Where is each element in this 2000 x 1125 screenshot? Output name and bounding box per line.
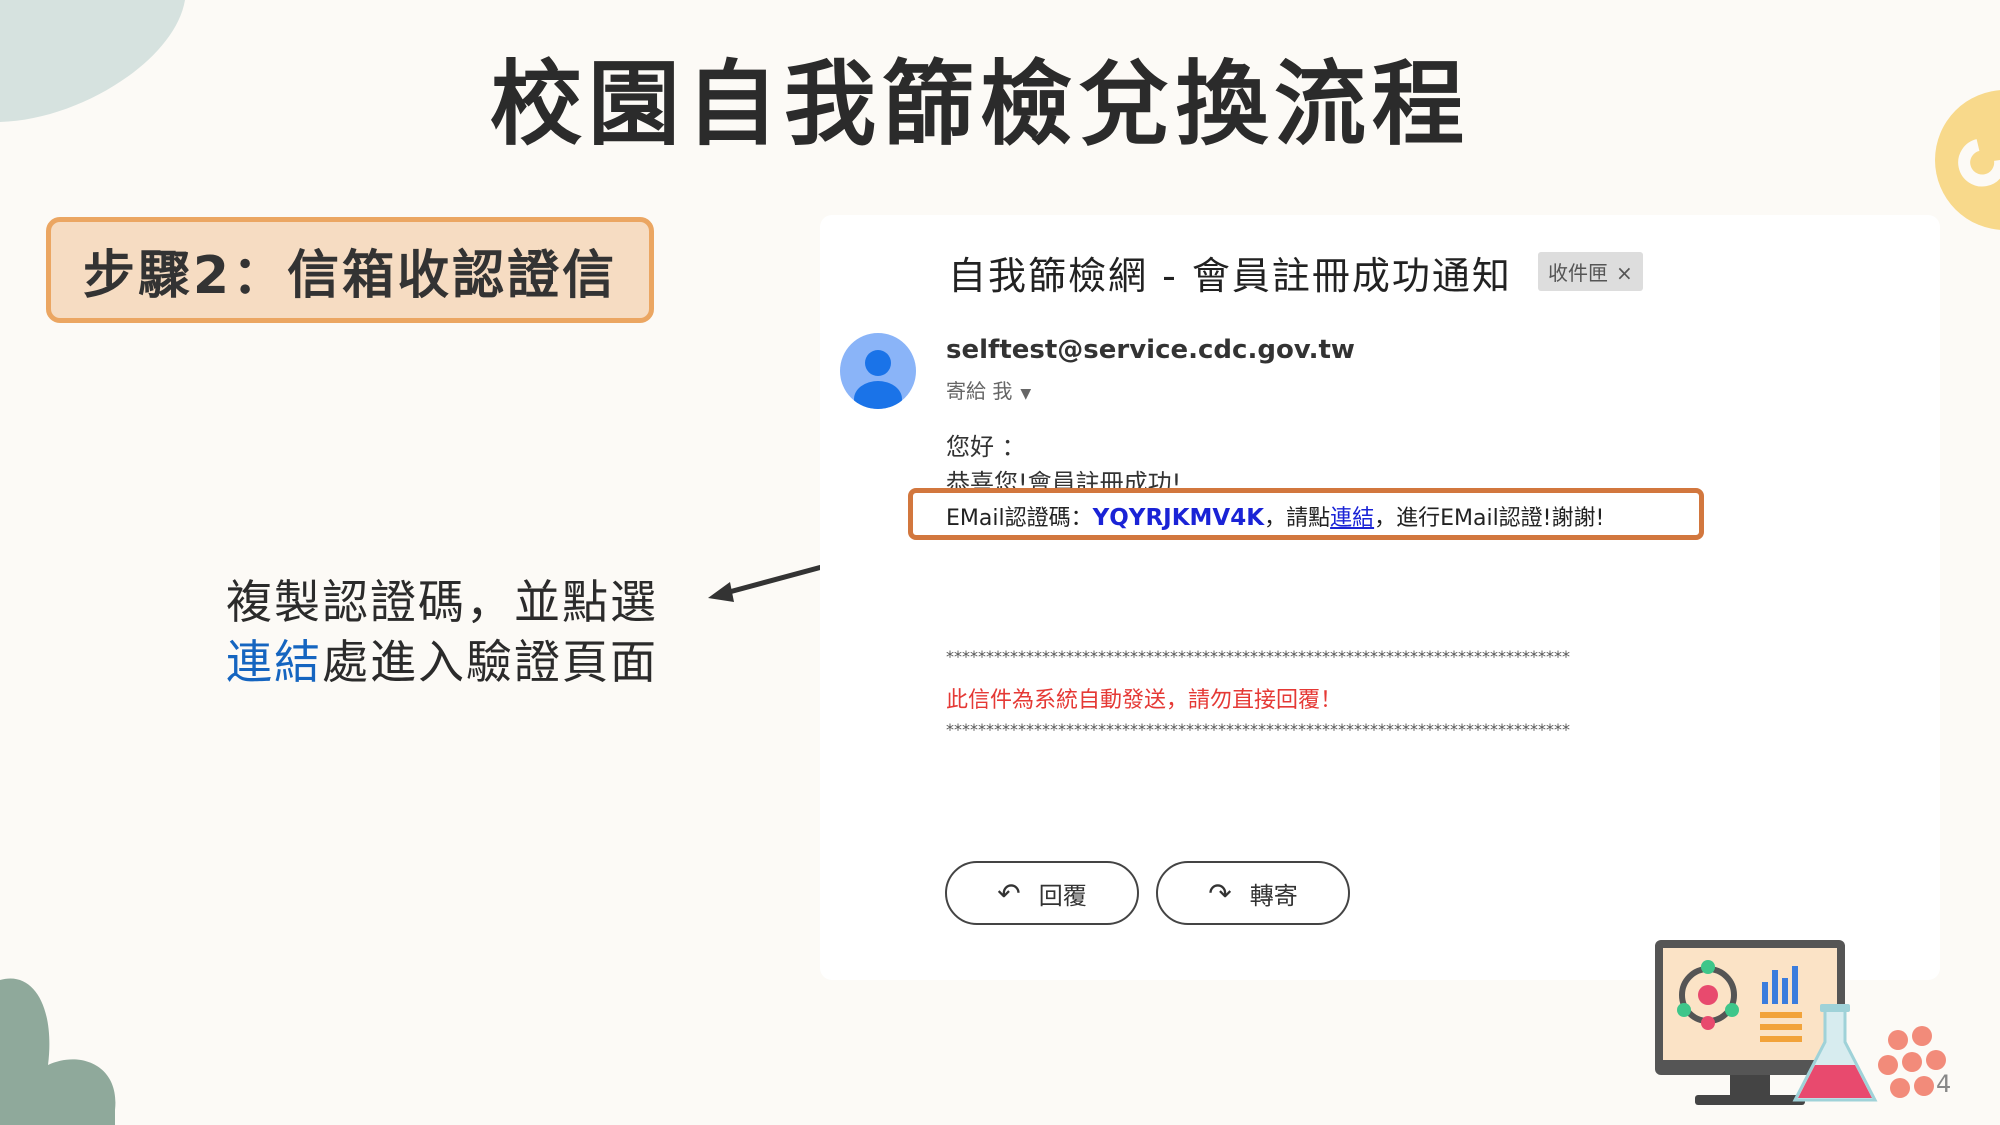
forward-arrow-icon: ↷: [1208, 876, 1232, 910]
step-label-box: 步驟2：信箱收認證信: [46, 217, 654, 323]
page-number: 4: [1936, 1070, 1952, 1098]
email-greeting: 您好 ：: [946, 433, 1026, 461]
email-subject: 自我篩檢網 - 會員註冊成功通知: [948, 254, 1512, 298]
instruction-text: 複製認證碼，並點選 連結處進入驗證頁面: [198, 572, 658, 692]
close-icon[interactable]: ×: [1616, 261, 1633, 285]
recipient-text: 寄給 我: [946, 379, 1013, 403]
email-screenshot: 自我篩檢網 - 會員註冊成功通知 收件匣 × selftest@service.c…: [820, 215, 1940, 980]
inbox-label-text: 收件匣: [1548, 261, 1608, 285]
forward-button[interactable]: ↷ 轉寄: [1156, 861, 1350, 925]
auto-send-notice: 此信件為系統自動發送，請勿直接回覆！: [946, 688, 1343, 713]
reply-button[interactable]: ↶ 回覆: [945, 861, 1139, 925]
code-mid: ，請點: [1264, 506, 1331, 531]
instruction-highlight: 連結: [226, 635, 322, 689]
recipient-line[interactable]: 寄給 我 ▼: [946, 375, 1031, 404]
separator-bottom: ****************************************…: [946, 720, 1570, 739]
code-suffix: ，進行EMail認證!謝謝!: [1374, 506, 1605, 531]
verification-link[interactable]: 連結: [1330, 506, 1374, 531]
step-label: 步驟2：信箱收認證信: [82, 245, 618, 306]
inbox-label-chip[interactable]: 收件匣 ×: [1538, 252, 1643, 291]
code-prefix: EMail認證碼：: [946, 506, 1093, 531]
lab-monitor-illustration: [1655, 940, 1946, 1105]
verification-code[interactable]: YQYRJKMV4K: [1093, 505, 1264, 531]
instruction-line-1: 複製認證碼，並點選: [226, 575, 658, 629]
sender-address: selftest@service.cdc.gov.tw: [946, 335, 1355, 365]
instruction-line-2-rest: 處進入驗證頁面: [322, 635, 658, 689]
forward-label: 轉寄: [1249, 881, 1298, 910]
verification-code-line: EMail認證碼：YQYRJKMV4K，請點連結，進行EMail認證!謝謝!: [946, 500, 1604, 532]
person-avatar-icon: [840, 333, 916, 409]
chevron-down-icon[interactable]: ▼: [1020, 386, 1031, 402]
corner-leaf-bottom-left: [0, 978, 116, 1125]
separator-top: ****************************************…: [946, 647, 1570, 666]
slide-title: 校園自我篩檢兌換流程: [489, 51, 1470, 158]
reply-label: 回覆: [1038, 881, 1087, 910]
reply-arrow-icon: ↶: [997, 876, 1021, 910]
instruction-line-2: 連結處進入驗證頁面: [198, 632, 658, 692]
